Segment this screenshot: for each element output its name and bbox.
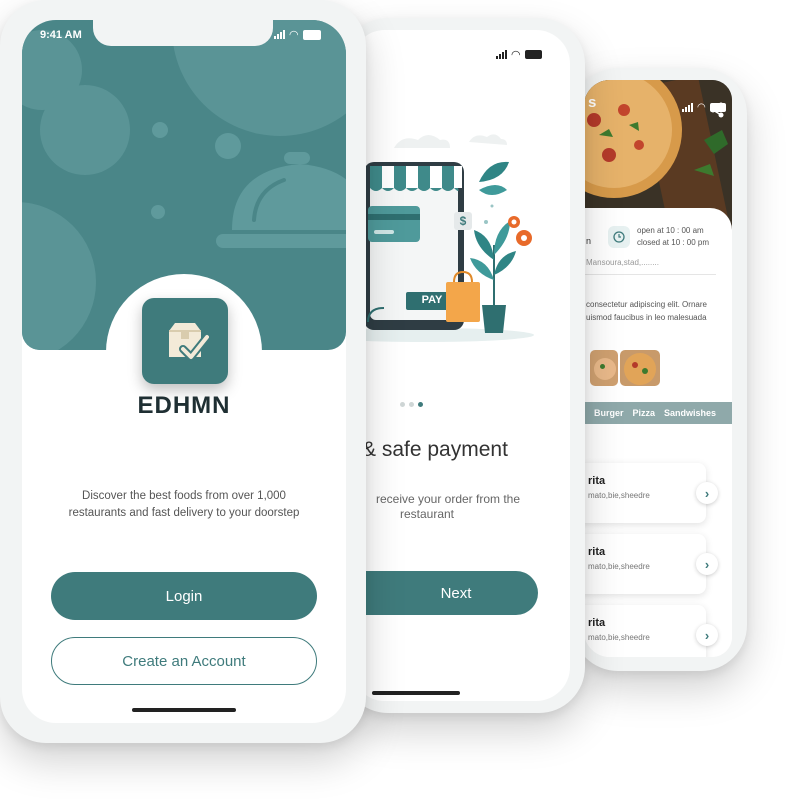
payment-illustration	[354, 134, 534, 342]
app-description-line2: restaurants and fast delivery to your do…	[68, 507, 300, 519]
info-partial-letter: n	[586, 236, 592, 246]
status-bar-icons: ◠	[682, 102, 726, 113]
category-burger[interactable]: Burger	[594, 408, 624, 418]
page-dot-1[interactable]	[400, 402, 405, 407]
home-indicator	[132, 708, 236, 712]
welcome-screen: EDHMN Discover the best foods from over …	[22, 20, 346, 723]
phone-onboarding-payment: ◠ PAY $ & safe payment receive your orde…	[342, 18, 585, 713]
dollar-tag: $	[459, 214, 467, 228]
menu-item-name: rita	[588, 546, 606, 558]
wifi-icon: ◠	[511, 49, 521, 61]
phone-restaurant-detail: s ◠ n open at 10 : 00 am closed at 10 : …	[572, 68, 747, 671]
menu-item-name: rita	[588, 617, 606, 629]
status-bar-icons: ◠	[274, 28, 321, 41]
battery-icon	[302, 29, 321, 40]
onboarding-desc-line1: receive your order from the	[375, 492, 521, 506]
info-divider	[584, 274, 716, 275]
battery-icon	[709, 103, 726, 112]
menu-item-card-1[interactable]: rita mato,bie,sheedre	[584, 463, 706, 523]
closed-time: closed at 10 : 00 pm	[637, 238, 710, 247]
category-pizza[interactable]: Pizza	[633, 408, 656, 418]
onboarding-screen: ◠ PAY $ & safe payment receive your orde…	[354, 30, 570, 701]
package-check-icon	[169, 323, 209, 361]
battery-icon	[524, 50, 542, 59]
wifi-icon: ◠	[289, 29, 299, 41]
phone-welcome: EDHMN Discover the best foods from over …	[0, 0, 366, 743]
signal-icon	[274, 30, 285, 39]
page-indicator	[400, 402, 423, 407]
menu-item-name: rita	[588, 475, 606, 487]
menu-item-desc: mato,bie,sheedre	[588, 562, 650, 571]
status-time: 9:41 AM	[40, 29, 82, 41]
clock-icon	[608, 226, 630, 248]
onboarding-title: & safe payment	[362, 438, 508, 461]
page-dot-3-active[interactable]	[418, 402, 423, 407]
category-bar: Burger Pizza Sandwishes	[584, 402, 732, 424]
menu-item-desc: mato,bie,sheedre	[588, 633, 650, 642]
page-dot-2[interactable]	[409, 402, 414, 407]
restaurant-screen: s ◠ n open at 10 : 00 am closed at 10 : …	[584, 80, 732, 657]
chevron-right-icon[interactable]: ›	[696, 624, 718, 646]
gallery-thumb-2[interactable]	[620, 350, 660, 386]
chevron-right-icon[interactable]: ›	[696, 482, 718, 504]
pay-label: PAY	[421, 294, 443, 306]
wifi-icon: ◠	[697, 102, 706, 113]
status-bar-icons: ◠	[496, 48, 542, 61]
menu-item-desc: mato,bie,sheedre	[588, 491, 650, 500]
onboarding-desc-line2: restaurant	[399, 507, 455, 521]
about-line-1: consectetur adipiscing elit. Ornare	[586, 300, 707, 309]
gallery-thumb-1[interactable]	[590, 350, 618, 386]
home-indicator	[372, 691, 460, 695]
menu-item-card-2[interactable]: rita mato,bie,sheedre	[584, 534, 706, 594]
chevron-right-icon[interactable]: ›	[696, 553, 718, 575]
about-line-2: uismod faucibus in leo malesuada	[586, 313, 707, 322]
app-logo	[142, 298, 228, 384]
signal-icon	[496, 50, 507, 59]
login-button[interactable]: Login	[51, 572, 317, 620]
category-sandwishes[interactable]: Sandwishes	[664, 408, 716, 418]
app-name: EDHMN	[137, 392, 231, 419]
menu-item-card-3[interactable]: rita mato,bie,sheedre	[584, 605, 706, 657]
open-time: open at 10 : 00 am	[637, 226, 704, 235]
app-description-line1: Discover the best foods from over 1,000	[82, 490, 286, 502]
header-title-partial: s	[588, 94, 597, 111]
create-account-button[interactable]: Create an Account	[51, 637, 317, 685]
phone-notch	[93, 20, 273, 46]
restaurant-info-panel: n open at 10 : 00 am closed at 10 : 00 p…	[584, 208, 732, 657]
next-button[interactable]: Next	[354, 571, 538, 615]
restaurant-address: Mansoura,stad,........	[586, 258, 659, 267]
signal-icon	[682, 103, 693, 112]
